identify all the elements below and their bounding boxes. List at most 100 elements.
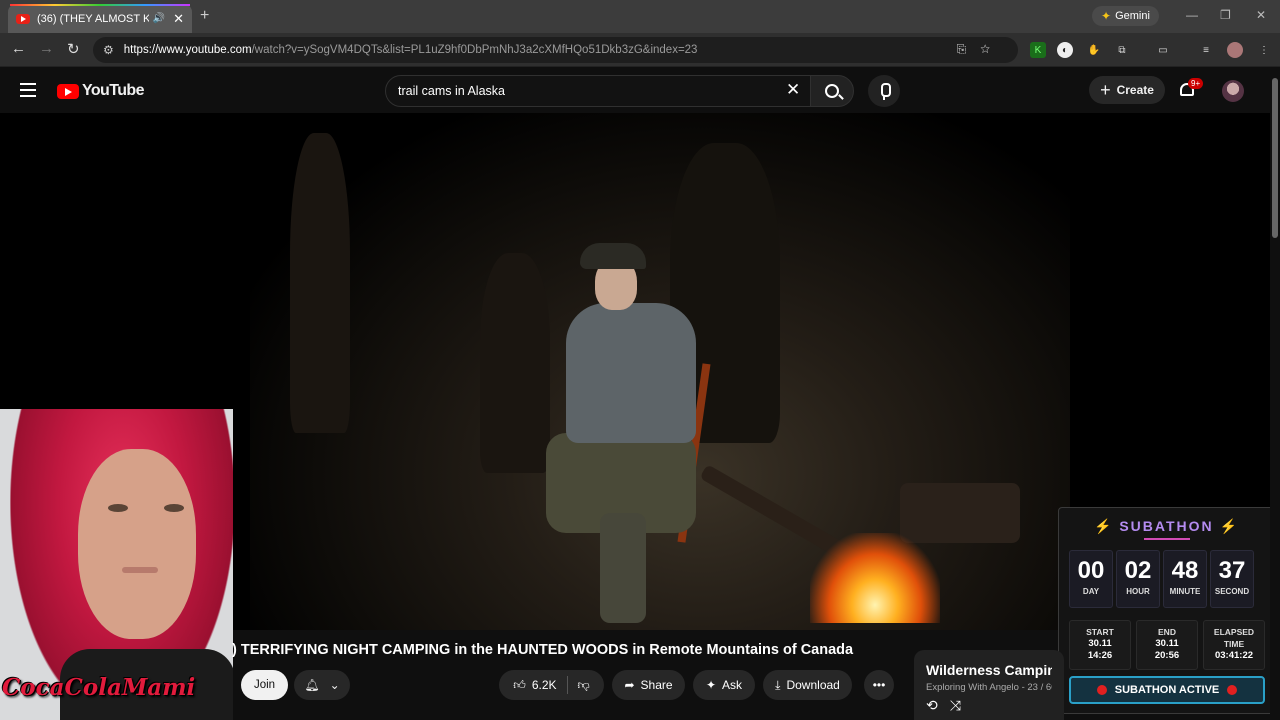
subathon-title-text: SUBATHON [1119, 518, 1214, 534]
notifications-bell-icon[interactable]: 9+ [1178, 78, 1204, 99]
extensions-puzzle-icon[interactable]: ⧉ [1114, 42, 1130, 58]
page-scrollbar[interactable] [1270, 68, 1280, 720]
search-input[interactable]: trail cams in Alaska [385, 75, 815, 107]
extension-circle-icon[interactable]: ◐ [1057, 42, 1073, 58]
timer-hours: 02 HOUR [1116, 550, 1160, 608]
divider [566, 676, 568, 694]
browser-menu-icon[interactable]: ⋮ [1256, 42, 1272, 58]
download-label: Download [786, 678, 840, 692]
start-date: 30.11 [1088, 638, 1112, 649]
minimize-button[interactable]: — [1186, 8, 1198, 22]
window-close-button[interactable]: ✕ [1256, 8, 1266, 22]
lightning-icon: ⚡ [1094, 518, 1114, 534]
download-button[interactable]: ⤓ Download [763, 670, 852, 700]
tab-search-icon[interactable]: ▭ [1155, 42, 1171, 58]
video-frame-campfire-scene [250, 113, 1070, 630]
install-bookmark-icons[interactable]: ⎘☆ [957, 42, 1004, 57]
gemini-button[interactable]: ✦ Gemini [1092, 6, 1159, 26]
countdown-timer: 00 DAY 02 HOUR 48 MINUTE 37 SECOND [1069, 550, 1254, 608]
timer-value: 00 [1077, 557, 1105, 584]
browser-tab-strip: (36) (THEY ALMOST KILLED 🔊 ✕ + ✦ Gemini … [0, 0, 1280, 33]
timer-value: 02 [1124, 557, 1152, 584]
tab-rainbow-bar [10, 4, 190, 6]
like-count: 6.2K [531, 678, 557, 692]
ask-button[interactable]: ✦ Ask [693, 670, 755, 700]
lightning-icon: ⚡ [1219, 518, 1239, 534]
clear-search-icon[interactable]: ✕ [786, 80, 800, 100]
more-actions-button[interactable]: ••• [864, 670, 894, 700]
thumbs-down-icon[interactable]: 👎︎ [578, 678, 590, 693]
ask-label: Ask [722, 678, 743, 692]
menu-hamburger-icon[interactable] [20, 83, 36, 97]
youtube-logo-text: YouTube [82, 82, 144, 99]
timer-value: 37 [1218, 557, 1246, 584]
address-bar[interactable]: ⚙ https://www.youtube.com /watch?v=ySogV… [93, 37, 1018, 63]
create-button[interactable]: + Create [1089, 76, 1165, 104]
tab-close-icon[interactable]: ✕ [173, 11, 184, 27]
bell-icon: 🔔︎ [304, 678, 320, 692]
new-tab-button[interactable]: + [200, 7, 209, 25]
subathon-title: ⚡ SUBATHON ⚡ [1059, 518, 1274, 535]
red-dot-icon [1096, 685, 1107, 695]
timer-days: 00 DAY [1069, 550, 1113, 608]
like-dislike-button[interactable]: 👍︎ 6.2K 👎︎ [499, 670, 604, 700]
end-date: 30.11 [1155, 638, 1179, 649]
timer-label: SECOND [1214, 587, 1250, 596]
playlist-panel[interactable]: Wilderness Camping Exploring With Angelo… [914, 650, 1064, 720]
notifications-badge: 9+ [1188, 78, 1204, 89]
elapsed-label-2: TIME [1223, 639, 1245, 649]
end-time: 20:56 [1154, 650, 1180, 661]
playlist-loop-shuffle-icons[interactable]: ⟲⤨ [926, 697, 1052, 714]
elapsed-box: ELAPSED TIME 03:41:22 [1203, 620, 1265, 670]
gemini-sparkle-icon: ✦ [1101, 9, 1112, 23]
youtube-logo[interactable]: YouTube [57, 82, 144, 100]
plus-icon: + [1100, 79, 1111, 100]
create-label: Create [1116, 83, 1154, 97]
share-label: Share [640, 678, 673, 692]
start-time: 14:26 [1087, 650, 1113, 661]
site-info-icon[interactable]: ⚙ [103, 43, 114, 57]
voice-search-mic-icon[interactable] [868, 75, 900, 107]
playlist-title: Wilderness Camping [926, 662, 1052, 678]
youtube-play-icon [57, 83, 79, 99]
gemini-label: Gemini [1115, 10, 1150, 22]
timer-minutes: 48 MINUTE [1163, 550, 1207, 608]
youtube-favicon-icon [16, 13, 30, 24]
kick-extension-icon[interactable]: K [1030, 42, 1046, 58]
elapsed-label: ELAPSED [1213, 627, 1255, 637]
media-control-icon[interactable]: ≡ [1198, 42, 1214, 58]
browser-toolbar: ← → ↻ ⚙ https://www.youtube.com /watch?v… [0, 33, 1280, 67]
share-button[interactable]: ➦ Share [612, 670, 685, 700]
end-box: END 30.11 20:56 [1136, 620, 1198, 670]
reload-icon[interactable]: ↻ [67, 40, 80, 58]
maximize-button[interactable]: ❐ [1220, 8, 1231, 22]
forward-arrow-icon[interactable]: → [39, 40, 54, 57]
elapsed-value: 03:41:22 [1214, 650, 1254, 661]
tab-title: (36) (THEY ALMOST KILLED [37, 12, 149, 25]
account-avatar[interactable] [1222, 80, 1244, 102]
back-arrow-icon[interactable]: ← [11, 40, 26, 57]
browser-tab[interactable]: (36) (THEY ALMOST KILLED 🔊 ✕ [8, 4, 192, 33]
status-text: SUBATHON ACTIVE [1114, 684, 1220, 696]
title-underline [1144, 538, 1190, 540]
subathon-widget: ⚡ SUBATHON ⚡ 00 DAY 02 HOUR 48 MINUTE 37… [1058, 507, 1275, 714]
playlist-subtitle: Exploring With Angelo - 23 / 66 [926, 682, 1052, 693]
start-label: START [1086, 627, 1114, 637]
start-box: START 30.11 14:26 [1069, 620, 1131, 670]
subathon-meta: START 30.11 14:26 END 30.11 20:56 ELAPSE… [1069, 620, 1265, 670]
youtube-header: YouTube trail cams in Alaska ✕ + Create … [0, 68, 1270, 113]
extension-hand-icon[interactable]: ✋ [1086, 42, 1102, 58]
red-dot-icon [1227, 685, 1238, 695]
subscribe-notifications-button[interactable]: 🔔︎ ⌄ [294, 670, 350, 700]
timer-seconds: 37 SECOND [1210, 550, 1254, 608]
search-button[interactable] [810, 75, 854, 107]
thumbs-up-icon[interactable]: 👍︎ [513, 678, 526, 693]
timer-label: DAY [1082, 587, 1100, 596]
url-path: /watch?v=ySogVM4DQTs&list=PL1uZ9hf0DbPmN… [251, 44, 698, 56]
subathon-status: SUBATHON ACTIVE [1069, 676, 1265, 704]
join-button[interactable]: Join [241, 670, 288, 700]
profile-avatar-icon[interactable] [1227, 42, 1243, 58]
timer-label: HOUR [1126, 587, 1150, 596]
audio-playing-icon[interactable]: 🔊 [153, 13, 165, 24]
url-host: https://www.youtube.com [123, 44, 252, 56]
